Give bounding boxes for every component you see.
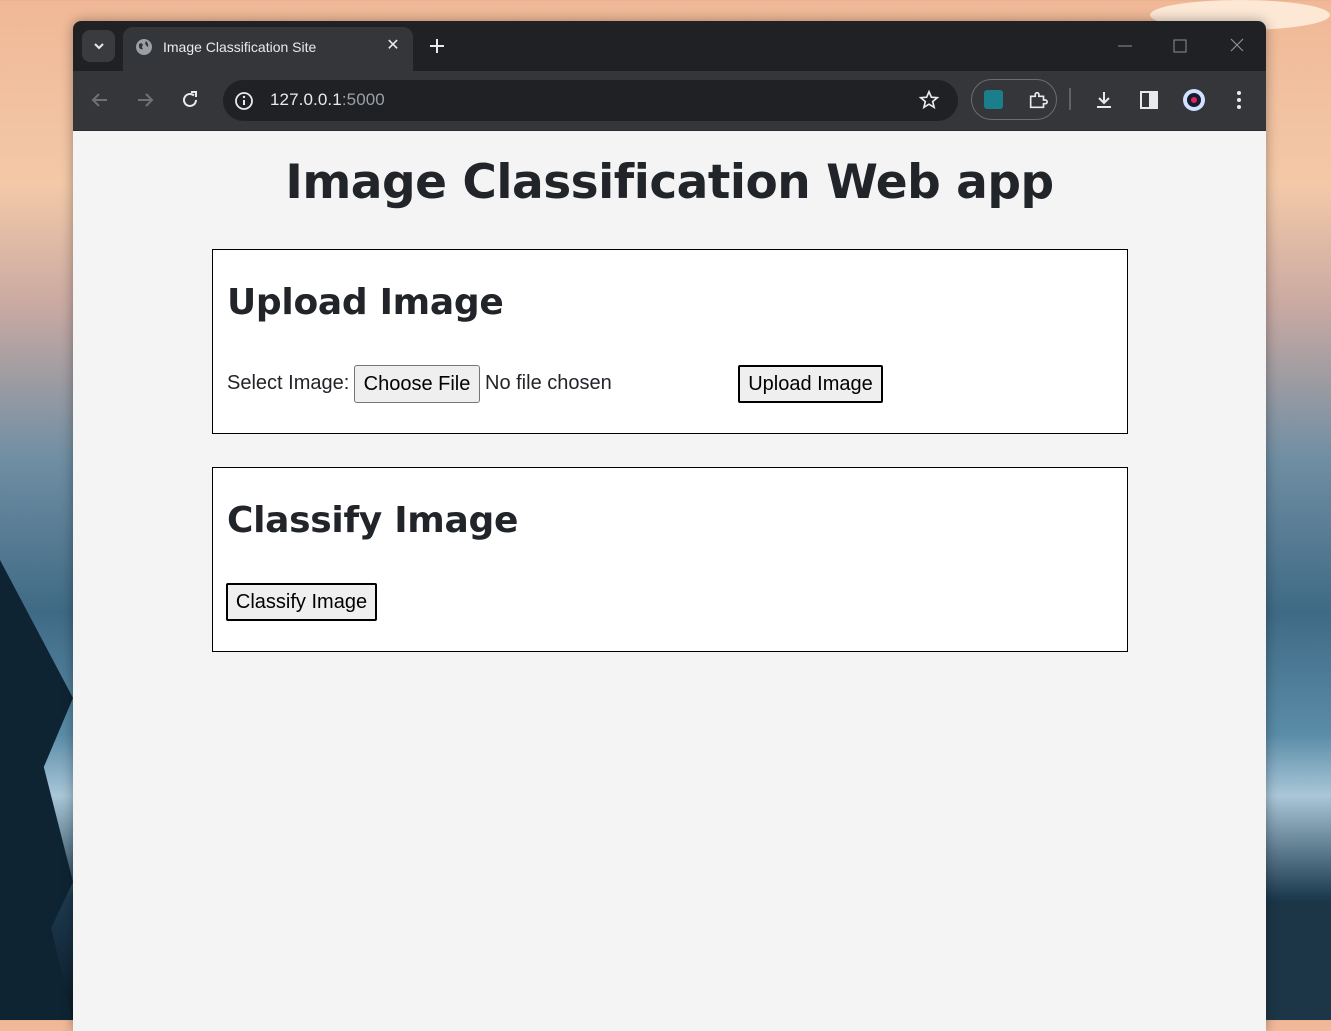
kebab-menu-icon[interactable] [1227, 88, 1251, 112]
forward-arrow-icon[interactable] [133, 88, 157, 112]
toolbar-divider [1069, 88, 1071, 110]
info-icon[interactable] [233, 90, 255, 112]
url-host: 127.0.0.1 [270, 90, 342, 109]
extensions-group [971, 79, 1057, 120]
choose-file-button[interactable]: Choose File [354, 365, 480, 403]
browser-window: Image Classification Site ✕ 127.0.0.1:50… [73, 21, 1266, 1031]
tab-strip: Image Classification Site ✕ [73, 21, 1266, 71]
tab-active[interactable]: Image Classification Site ✕ [123, 27, 413, 71]
star-icon[interactable] [918, 89, 940, 111]
chevron-down-icon [93, 43, 104, 50]
plus-icon[interactable] [425, 34, 449, 58]
browser-toolbar: 127.0.0.1:5000 [73, 71, 1266, 131]
wallpaper-tree [0, 560, 73, 1020]
url-port: :5000 [341, 90, 385, 109]
side-panel-icon[interactable] [1137, 88, 1161, 112]
classify-heading: Classify Image [227, 500, 519, 541]
globe-icon [136, 39, 152, 55]
avatar[interactable] [1182, 88, 1206, 112]
url-text[interactable]: 127.0.0.1:5000 [270, 90, 385, 110]
back-arrow-icon[interactable] [88, 88, 112, 112]
upload-image-button[interactable]: Upload Image [738, 365, 883, 403]
window-close-icon[interactable] [1225, 35, 1249, 57]
upload-section: Upload Image Select Image: Choose File N… [212, 249, 1128, 434]
classify-image-button[interactable]: Classify Image [226, 583, 377, 621]
minimize-icon[interactable] [1113, 35, 1137, 57]
select-image-label: Select Image: [227, 372, 350, 394]
upload-heading: Upload Image [227, 282, 504, 323]
tab-title: Image Classification Site [163, 39, 317, 55]
page-title: Image Classification Web app [285, 155, 1054, 210]
tab-search-button[interactable] [82, 30, 115, 62]
extension-icon[interactable] [984, 90, 1003, 109]
close-icon[interactable]: ✕ [385, 37, 401, 53]
address-bar[interactable]: 127.0.0.1:5000 [223, 80, 958, 121]
maximize-icon[interactable] [1168, 35, 1192, 57]
file-status-text: No file chosen [485, 372, 612, 394]
wallpaper-tree [1266, 900, 1331, 1020]
reload-icon[interactable] [178, 88, 202, 112]
classify-section: Classify Image Classify Image [212, 467, 1128, 652]
puzzle-icon[interactable] [1027, 89, 1049, 111]
page-content: Image Classification Web app Upload Imag… [73, 131, 1266, 1031]
download-icon[interactable] [1092, 88, 1116, 112]
